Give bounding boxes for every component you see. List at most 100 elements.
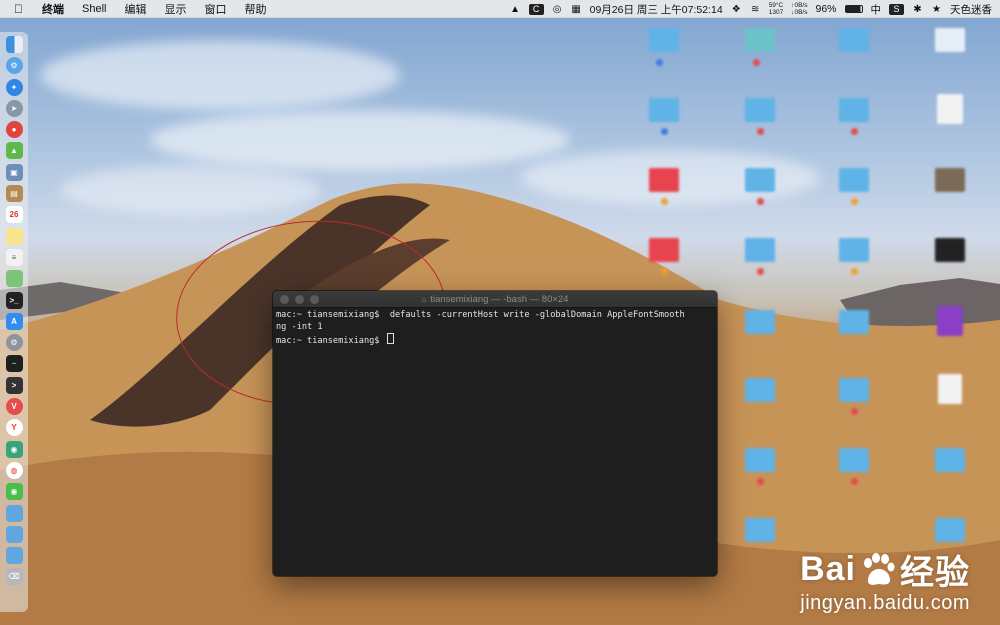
safari-icon[interactable]: ✦ bbox=[5, 78, 23, 96]
menu-edit[interactable]: 编辑 bbox=[124, 1, 146, 17]
desktop-folder[interactable] bbox=[720, 448, 800, 485]
desktop-file[interactable] bbox=[910, 374, 990, 404]
desktop-folder[interactable] bbox=[720, 168, 800, 205]
terminal-line: mac:~ tiansemixiang$ bbox=[276, 336, 385, 347]
c-app-icon[interactable]: C bbox=[528, 3, 544, 15]
fan-speed: 1307 bbox=[768, 9, 784, 16]
desktop-folder[interactable] bbox=[814, 310, 894, 334]
net-down: ↓0B/s bbox=[791, 9, 808, 16]
apple-menu-icon[interactable]:  bbox=[14, 2, 28, 16]
menubar-clock[interactable]: 09月26日 周三 上午07:52:14 bbox=[590, 2, 723, 17]
terminal-line: mac:~ tiansemixiang$ defaults -currentHo… bbox=[276, 310, 685, 320]
notes-icon[interactable] bbox=[5, 227, 23, 245]
preview-icon[interactable]: ▣ bbox=[5, 163, 23, 181]
terminal-dock-icon[interactable]: >_ bbox=[5, 291, 23, 309]
cpu-temp: 59°C bbox=[768, 2, 784, 9]
grid-icon[interactable]: ▦ bbox=[571, 3, 582, 15]
status-area: ▲ C ◎ ▦ 09月26日 周三 上午07:52:14 ❖ ≋ 59°C 13… bbox=[510, 0, 992, 18]
menu-app-name[interactable]: 终端 bbox=[42, 1, 64, 17]
desktop-folder[interactable] bbox=[720, 238, 800, 275]
watermark-brand-right: 经验 bbox=[900, 554, 970, 592]
cpu-monitor[interactable]: 59°C 1307 bbox=[769, 2, 784, 16]
vivaldi-icon[interactable]: V bbox=[5, 398, 23, 416]
input-method[interactable]: 中 bbox=[871, 2, 882, 17]
menu-view[interactable]: 显示 bbox=[164, 1, 186, 17]
text-cursor bbox=[386, 333, 394, 345]
reminders-icon[interactable]: ≡ bbox=[5, 248, 23, 266]
yandex-icon[interactable]: Y bbox=[5, 419, 23, 437]
tool-icon[interactable]: ❖ bbox=[731, 3, 742, 15]
globe-icon[interactable]: ◎ bbox=[552, 3, 563, 15]
battery-percent[interactable]: 96% bbox=[815, 3, 836, 15]
desktop-folder[interactable] bbox=[720, 98, 800, 135]
net-up: ↑0B/s bbox=[791, 2, 808, 9]
rocket-icon[interactable]: ➤ bbox=[5, 99, 23, 117]
battery-icon[interactable] bbox=[844, 5, 863, 13]
desktop-folder[interactable] bbox=[814, 98, 894, 135]
desktop-file[interactable] bbox=[910, 28, 990, 52]
desktop-folder[interactable] bbox=[624, 98, 704, 135]
desktop-folder[interactable] bbox=[720, 28, 800, 67]
watermark-brand-left: Bai bbox=[800, 550, 856, 588]
folder-desktop-icon[interactable] bbox=[5, 547, 23, 565]
folder-downloads-icon[interactable] bbox=[5, 504, 23, 522]
watermark-brand: Bai 经验 bbox=[800, 545, 970, 594]
console-icon[interactable]: > bbox=[5, 376, 23, 394]
watermark-url: jingyan.baidu.com bbox=[800, 592, 970, 614]
desktop-file[interactable] bbox=[910, 168, 990, 192]
network-monitor[interactable]: ↑0B/s ↓0B/s bbox=[791, 2, 807, 16]
desktop-folder[interactable] bbox=[720, 378, 800, 402]
paw-icon bbox=[864, 552, 895, 585]
app-store-icon[interactable]: A bbox=[5, 312, 23, 330]
notification-icon[interactable]: ▲ bbox=[510, 3, 521, 15]
android-icon[interactable]: ▲ bbox=[5, 142, 23, 160]
terminal-line: ng -int 1 bbox=[276, 321, 323, 332]
maps-icon[interactable] bbox=[5, 270, 23, 288]
desktop-folder[interactable] bbox=[814, 28, 894, 52]
desktop-folder[interactable] bbox=[814, 238, 894, 275]
finder-icon[interactable] bbox=[5, 36, 23, 53]
desktop-folder[interactable] bbox=[814, 168, 894, 205]
terminal-prompt-line: mac:~ tiansemixiang$ bbox=[276, 333, 717, 348]
activity-monitor-icon[interactable]: ~ bbox=[5, 355, 23, 373]
terminal-window[interactable]: ⌂ tiansemixiang — -bash — 80×24 mac:~ tia… bbox=[273, 291, 717, 576]
system-preferences-icon[interactable]: ⚙ bbox=[5, 334, 23, 352]
wifi-icon[interactable]: ≋ bbox=[750, 3, 761, 15]
wechat-icon[interactable]: ◉ bbox=[5, 483, 23, 501]
desktop-folder[interactable] bbox=[814, 448, 894, 485]
trash-icon[interactable]: ⌫ bbox=[5, 568, 23, 586]
desktop-folder[interactable] bbox=[624, 238, 704, 275]
terminal-titlebar[interactable]: ⌂ tiansemixiang — -bash — 80×24 bbox=[273, 291, 717, 308]
folder-documents-icon[interactable] bbox=[5, 525, 23, 543]
username[interactable]: 天色迷香 bbox=[950, 2, 992, 17]
desktop-folder[interactable] bbox=[720, 518, 800, 542]
calendar-icon[interactable]: 26 bbox=[5, 206, 23, 224]
terminal-title-text: tiansemixiang — -bash — 80×24 bbox=[430, 293, 569, 305]
sogou-icon[interactable]: S bbox=[889, 3, 904, 15]
launchpad-icon[interactable]: ⚙ bbox=[5, 57, 23, 75]
baidu-watermark: Bai 经验 jingyan.baidu.com bbox=[800, 545, 970, 615]
terminal-title: ⌂ tiansemixiang — -bash — 80×24 bbox=[273, 294, 717, 305]
chat-icon[interactable]: ◉ bbox=[5, 440, 23, 458]
desktop-folder[interactable] bbox=[720, 310, 800, 334]
desktop-file[interactable] bbox=[910, 306, 990, 336]
menu-window[interactable]: 窗口 bbox=[204, 1, 226, 17]
star-icon[interactable]: ★ bbox=[931, 3, 942, 15]
archive-icon[interactable]: ▤ bbox=[5, 185, 23, 203]
desktop-file[interactable] bbox=[910, 238, 990, 262]
desktop-folder[interactable] bbox=[910, 448, 990, 472]
dock: ⚙ ✦ ➤ ● ▲ ▣ ▤ 26 ≡ >_ A ⚙ ~ > V Y ◉ ◍ ◉ … bbox=[0, 32, 28, 612]
home-folder-icon: ⌂ bbox=[421, 294, 427, 304]
desktop-folder[interactable] bbox=[814, 378, 894, 415]
desktop-folder[interactable] bbox=[624, 168, 704, 205]
desktop-file[interactable] bbox=[910, 94, 990, 124]
menu-help[interactable]: 帮助 bbox=[244, 1, 266, 17]
desktop-folder[interactable] bbox=[910, 518, 990, 542]
menu-shell[interactable]: Shell bbox=[82, 3, 106, 15]
desktop-folder[interactable] bbox=[624, 28, 704, 67]
menu-bar:  终端 Shell 编辑 显示 窗口 帮助 ▲ C ◎ ▦ 09月26日 周三… bbox=[0, 0, 1000, 18]
bluetooth-icon[interactable]: ✱ bbox=[912, 3, 923, 15]
app-red-icon[interactable]: ● bbox=[5, 121, 23, 139]
terminal-output[interactable]: mac:~ tiansemixiang$ defaults -currentHo… bbox=[273, 308, 717, 348]
weibo-icon[interactable]: ◍ bbox=[5, 461, 23, 479]
